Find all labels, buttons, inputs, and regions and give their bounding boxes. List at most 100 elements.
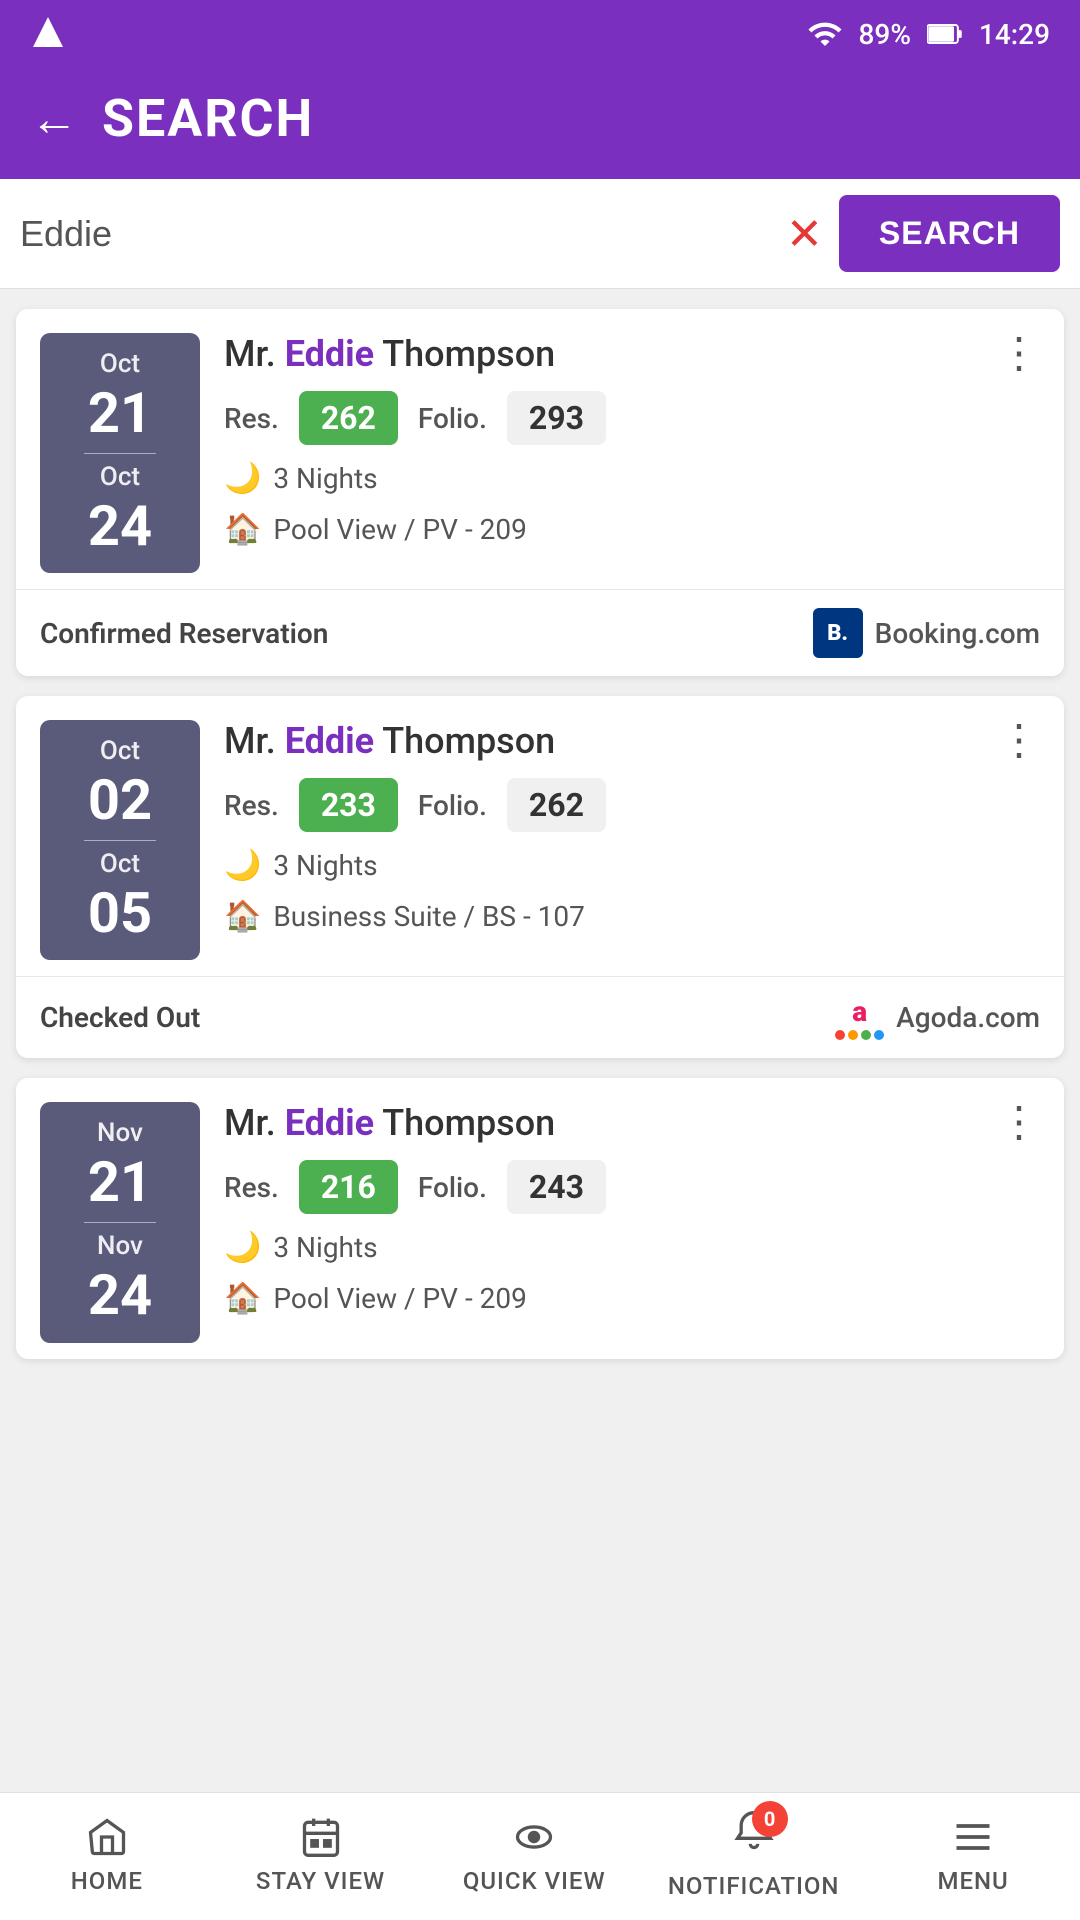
menu-icon <box>951 1815 995 1859</box>
nights-row-1: 🌙 3 Nights <box>224 461 1040 496</box>
page-title: SEARCH <box>102 88 314 149</box>
start-month-2: Oct <box>100 736 140 766</box>
card-main-1: Oct 21 Oct 24 Mr. Eddie Thompson ⋮ Res. … <box>16 309 1064 589</box>
end-month-1: Oct <box>100 462 140 492</box>
agoda-logo-2: a <box>835 995 884 1040</box>
res-label-3: Res. <box>224 1171 279 1204</box>
house-icon-2: 🏠 <box>224 899 261 934</box>
signal-area <box>30 14 66 54</box>
home-icon <box>85 1815 129 1859</box>
source-name-2: Agoda.com <box>896 1001 1040 1034</box>
end-month-3: Nov <box>97 1231 143 1261</box>
card-footer-1: Confirmed Reservation B. Booking.com <box>16 589 1064 676</box>
res-number-1: 262 <box>299 391 398 445</box>
more-options-2[interactable]: ⋮ <box>998 720 1040 762</box>
folio-label-3: Folio. <box>418 1171 487 1204</box>
end-day-3: 24 <box>88 1265 152 1327</box>
reservation-card-2: Oct 02 Oct 05 Mr. Eddie Thompson ⋮ Res. … <box>16 696 1064 1058</box>
end-month-2: Oct <box>100 849 140 879</box>
house-icon-1: 🏠 <box>224 512 261 547</box>
card-content-3: Mr. Eddie Thompson ⋮ Res. 216 Folio. 243… <box>224 1102 1040 1316</box>
nav-menu[interactable]: MENU <box>893 1815 1053 1895</box>
bottom-nav: HOME STAY VIEW QUICK VIEW 0 NOTIFICATION <box>0 1792 1080 1920</box>
date-block-2: Oct 02 Oct 05 <box>40 720 200 960</box>
status-text-1: Confirmed Reservation <box>40 617 328 650</box>
res-number-3: 216 <box>299 1160 398 1214</box>
back-button[interactable]: ← <box>30 95 78 143</box>
bell-icon-wrapper: 0 <box>732 1809 776 1864</box>
reservation-card-1: Oct 21 Oct 24 Mr. Eddie Thompson ⋮ Res. … <box>16 309 1064 676</box>
card-main-2: Oct 02 Oct 05 Mr. Eddie Thompson ⋮ Res. … <box>16 696 1064 976</box>
card-content-2: Mr. Eddie Thompson ⋮ Res. 233 Folio. 262… <box>224 720 1040 934</box>
guest-name-2: Mr. Eddie Thompson <box>224 720 555 762</box>
calendar-icon <box>299 1815 343 1859</box>
moon-icon-3: 🌙 <box>224 1230 261 1265</box>
card-content-1: Mr. Eddie Thompson ⋮ Res. 262 Folio. 293… <box>224 333 1040 547</box>
guest-name-row-1: Mr. Eddie Thompson ⋮ <box>224 333 1040 375</box>
status-bar: 89% 14:29 <box>0 0 1080 68</box>
booking-logo-1: B. <box>813 608 863 658</box>
folio-label-2: Folio. <box>418 789 487 822</box>
moon-icon-1: 🌙 <box>224 461 261 496</box>
guest-name-row-3: Mr. Eddie Thompson ⋮ <box>224 1102 1040 1144</box>
more-options-3[interactable]: ⋮ <box>998 1102 1040 1144</box>
res-label-1: Res. <box>224 402 279 435</box>
nav-stay-view[interactable]: STAY VIEW <box>241 1815 401 1895</box>
nav-home[interactable]: HOME <box>27 1815 187 1895</box>
header: ← SEARCH <box>0 68 1080 179</box>
time-text: 14:29 <box>979 18 1050 51</box>
nights-row-3: 🌙 3 Nights <box>224 1230 1040 1265</box>
card-main-3: Nov 21 Nov 24 Mr. Eddie Thompson ⋮ Res. … <box>16 1078 1064 1358</box>
folio-number-1: 293 <box>507 391 606 445</box>
start-month-3: Nov <box>97 1118 143 1148</box>
nights-text-1: 3 Nights <box>273 462 377 495</box>
house-icon-3: 🏠 <box>224 1281 261 1316</box>
nights-row-2: 🌙 3 Nights <box>224 848 1040 883</box>
date-block-3: Nov 21 Nov 24 <box>40 1102 200 1342</box>
battery-text: 89% <box>859 18 911 51</box>
nav-stay-view-label: STAY VIEW <box>256 1867 385 1895</box>
guest-highlight-2: Eddie <box>285 720 374 762</box>
wifi-icon <box>807 16 843 52</box>
res-folio-row-2: Res. 233 Folio. 262 <box>224 778 1040 832</box>
nav-menu-label: MENU <box>937 1867 1008 1895</box>
source-1: B. Booking.com <box>813 608 1040 658</box>
guest-name-1: Mr. Eddie Thompson <box>224 333 555 375</box>
cards-container: Oct 21 Oct 24 Mr. Eddie Thompson ⋮ Res. … <box>0 289 1080 1379</box>
nav-home-label: HOME <box>71 1867 143 1895</box>
res-number-2: 233 <box>299 778 398 832</box>
res-label-2: Res. <box>224 789 279 822</box>
status-text-2: Checked Out <box>40 1001 200 1034</box>
search-input[interactable] <box>20 213 770 255</box>
date-block-1: Oct 21 Oct 24 <box>40 333 200 573</box>
card-footer-2: Checked Out a Agoda.com <box>16 976 1064 1058</box>
nights-text-3: 3 Nights <box>273 1231 377 1264</box>
signal-icon <box>30 14 66 50</box>
res-folio-row-3: Res. 216 Folio. 243 <box>224 1160 1040 1214</box>
guest-highlight-3: Eddie <box>285 1102 374 1144</box>
room-row-2: 🏠 Business Suite / BS - 107 <box>224 899 1040 934</box>
room-text-2: Business Suite / BS - 107 <box>273 900 585 933</box>
start-month-1: Oct <box>100 349 140 379</box>
battery-icon <box>927 20 963 48</box>
more-options-1[interactable]: ⋮ <box>998 333 1040 375</box>
moon-icon-2: 🌙 <box>224 848 261 883</box>
clear-icon[interactable]: ✕ <box>786 212 823 256</box>
search-bar: ✕ SEARCH <box>0 179 1080 289</box>
room-text-1: Pool View / PV - 209 <box>273 513 526 546</box>
room-row-1: 🏠 Pool View / PV - 209 <box>224 512 1040 547</box>
start-day-2: 02 <box>88 770 152 832</box>
end-day-1: 24 <box>88 496 152 558</box>
nav-quick-view[interactable]: QUICK VIEW <box>454 1815 614 1895</box>
res-folio-row-1: Res. 262 Folio. 293 <box>224 391 1040 445</box>
notification-badge: 0 <box>752 1801 788 1837</box>
nav-notification[interactable]: 0 NOTIFICATION <box>668 1809 840 1900</box>
start-day-3: 21 <box>88 1152 152 1214</box>
guest-highlight-1: Eddie <box>285 333 374 375</box>
folio-label-1: Folio. <box>418 402 487 435</box>
folio-number-3: 243 <box>507 1160 606 1214</box>
search-button[interactable]: SEARCH <box>839 195 1060 272</box>
room-row-3: 🏠 Pool View / PV - 209 <box>224 1281 1040 1316</box>
guest-name-3: Mr. Eddie Thompson <box>224 1102 555 1144</box>
reservation-card-3: Nov 21 Nov 24 Mr. Eddie Thompson ⋮ Res. … <box>16 1078 1064 1358</box>
